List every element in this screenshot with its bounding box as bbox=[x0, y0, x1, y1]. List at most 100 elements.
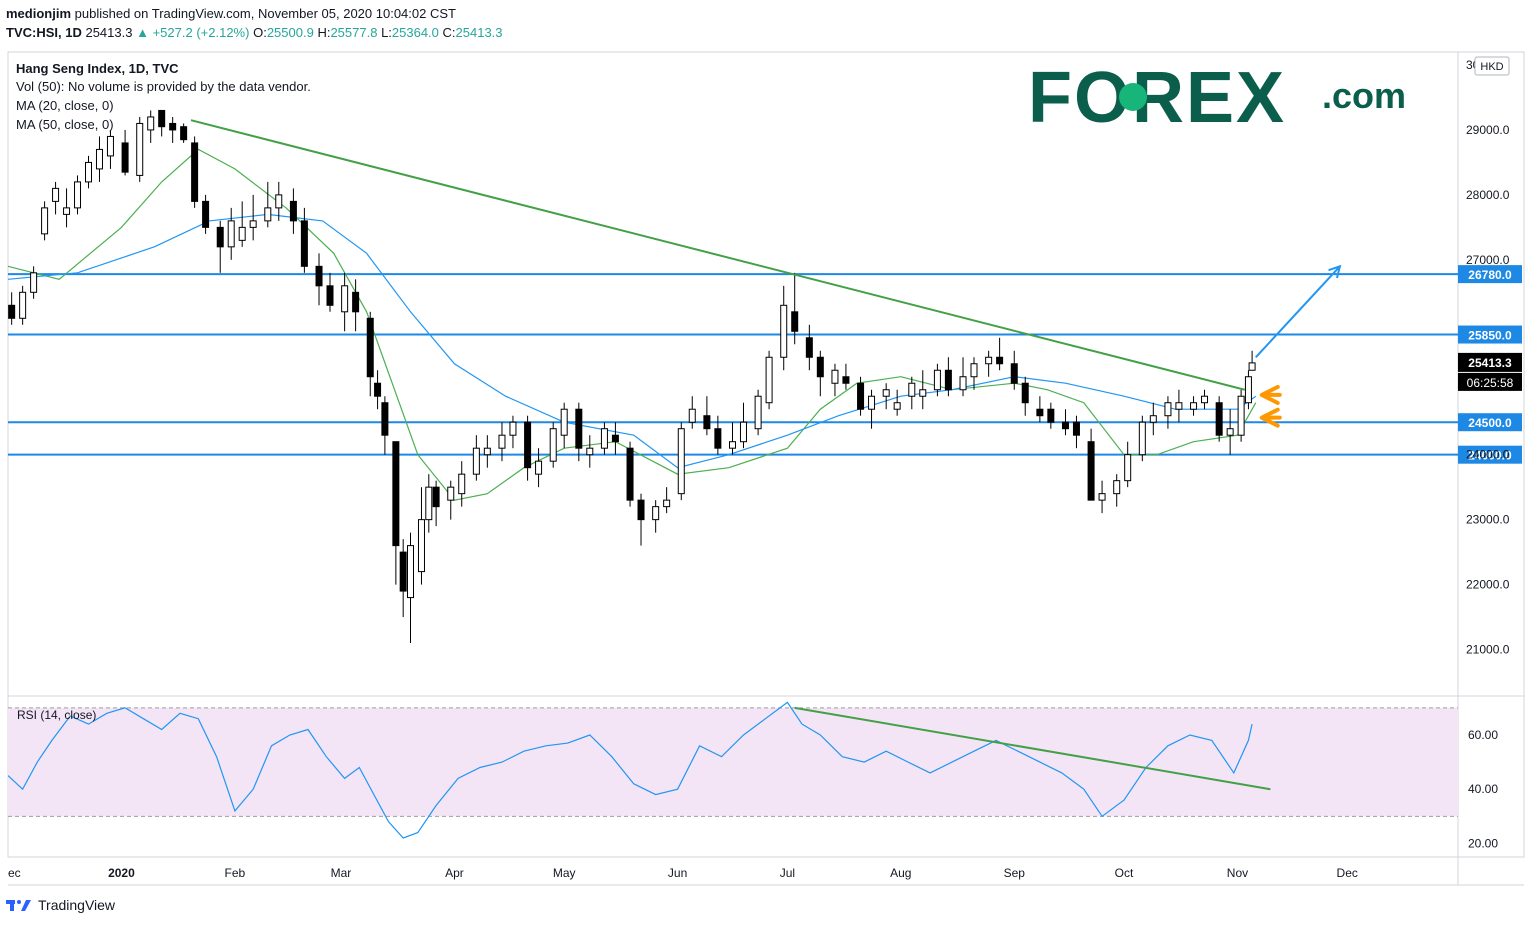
ma50-line bbox=[7, 213, 1257, 469]
candle bbox=[1164, 396, 1172, 429]
candle bbox=[341, 272, 349, 332]
candle-down-body bbox=[374, 382, 382, 397]
candle-up-body bbox=[919, 389, 927, 397]
candle bbox=[1061, 409, 1069, 436]
candle bbox=[180, 123, 188, 143]
candle-down-body bbox=[1010, 363, 1018, 384]
candle bbox=[549, 422, 557, 468]
candle bbox=[249, 194, 257, 241]
candle-down-body bbox=[366, 317, 374, 378]
candle-up-body bbox=[677, 428, 685, 495]
candle-up-body bbox=[447, 486, 455, 501]
candle bbox=[432, 480, 440, 527]
candle bbox=[1149, 402, 1157, 436]
candle bbox=[652, 500, 660, 533]
candle bbox=[74, 175, 82, 215]
candle-down-body bbox=[121, 142, 129, 173]
candle-down-body bbox=[1021, 382, 1029, 404]
candle bbox=[560, 402, 568, 449]
currency-badge[interactable]: HKD bbox=[1480, 61, 1503, 73]
candle bbox=[106, 129, 114, 169]
candle bbox=[509, 415, 517, 449]
candle bbox=[1226, 409, 1234, 455]
candle bbox=[407, 532, 414, 644]
time-tick-label: Jun bbox=[668, 866, 687, 880]
legend-volume: Vol (50): No volume is provided by the d… bbox=[16, 79, 311, 94]
candle bbox=[264, 181, 272, 228]
candle-up-body bbox=[560, 408, 568, 436]
candle-up-body bbox=[30, 272, 38, 293]
candle-up-body bbox=[85, 161, 92, 183]
candle-up-body bbox=[882, 389, 890, 397]
candle-down-body bbox=[611, 434, 619, 443]
candle bbox=[626, 441, 634, 507]
candle-up-body bbox=[509, 421, 517, 436]
candle bbox=[1248, 350, 1256, 371]
candle bbox=[908, 376, 916, 410]
legend-ma20: MA (20, close, 0) bbox=[16, 98, 114, 113]
candle-down-body bbox=[315, 265, 323, 287]
candle-up-body bbox=[663, 499, 671, 508]
candle bbox=[191, 136, 199, 208]
price-marker-label: 25413.3 bbox=[1468, 356, 1512, 370]
candle bbox=[1087, 428, 1095, 501]
candle-down-body bbox=[626, 447, 634, 501]
time-tick-label: Jul bbox=[780, 866, 795, 880]
candle-up-body bbox=[586, 447, 594, 456]
candle-up-body bbox=[1138, 421, 1146, 456]
candle-up-body bbox=[1201, 395, 1209, 404]
price-tick-label: 27000.0 bbox=[1466, 253, 1510, 267]
price-chart[interactable]: 26780.0 25850.0 24500.0 24000.0 25413.3 06:25… bbox=[0, 0, 1536, 927]
candle-down-body bbox=[432, 486, 440, 508]
candle bbox=[663, 487, 671, 514]
time-tick-label: Mar bbox=[331, 866, 352, 880]
candle-down-body bbox=[216, 226, 224, 248]
price-tick-label: 22000.0 bbox=[1466, 578, 1510, 592]
candle bbox=[483, 435, 491, 468]
candle bbox=[1072, 415, 1080, 449]
candle-up-body bbox=[41, 207, 49, 235]
rsi-band bbox=[8, 707, 1458, 817]
candle-down-body bbox=[1061, 421, 1069, 430]
candle bbox=[765, 350, 773, 410]
candle-up-body bbox=[1190, 402, 1198, 410]
candle-down-body bbox=[326, 285, 334, 306]
candle-up-body bbox=[483, 447, 491, 456]
candle-up-body bbox=[985, 356, 993, 365]
candle bbox=[1138, 415, 1146, 462]
candle-up-body bbox=[52, 187, 60, 202]
candle bbox=[41, 201, 49, 241]
candle-up-body bbox=[1175, 402, 1183, 410]
candle bbox=[85, 155, 92, 189]
candle-up-body bbox=[1244, 376, 1252, 404]
candle-up-body bbox=[1226, 428, 1234, 436]
candle bbox=[754, 389, 762, 436]
candle bbox=[703, 396, 711, 436]
candle-up-body bbox=[765, 356, 773, 404]
candle bbox=[30, 266, 38, 299]
tradingview-logo-icon bbox=[6, 900, 31, 911]
footer-brand: TradingView bbox=[38, 897, 116, 913]
candle bbox=[831, 363, 839, 397]
candle bbox=[326, 272, 334, 312]
candle-up-body bbox=[535, 460, 543, 475]
candle bbox=[842, 363, 850, 390]
projection-arrow bbox=[1255, 265, 1341, 358]
candle-down-body bbox=[637, 499, 645, 521]
candle-up-body bbox=[1124, 454, 1132, 482]
legend-title: Hang Seng Index, 1D, TVC bbox=[16, 61, 179, 76]
candle-down-body bbox=[944, 369, 952, 391]
candle-up-body bbox=[600, 428, 608, 449]
candle-up-body bbox=[74, 181, 82, 209]
candle-up-body bbox=[1237, 395, 1245, 436]
time-tick-label: Feb bbox=[225, 866, 246, 880]
countdown-label: 06:25:58 bbox=[1467, 376, 1514, 390]
forex-logo-text: FOREX bbox=[1028, 58, 1286, 138]
time-tick-label: Apr bbox=[445, 866, 464, 880]
candle-up-body bbox=[341, 285, 349, 313]
rsi-tick-label: 20.00 bbox=[1468, 836, 1498, 850]
candle bbox=[417, 487, 425, 585]
candle-down-body bbox=[381, 402, 389, 436]
candle-down-body bbox=[392, 441, 400, 547]
candle-up-body bbox=[407, 545, 414, 599]
